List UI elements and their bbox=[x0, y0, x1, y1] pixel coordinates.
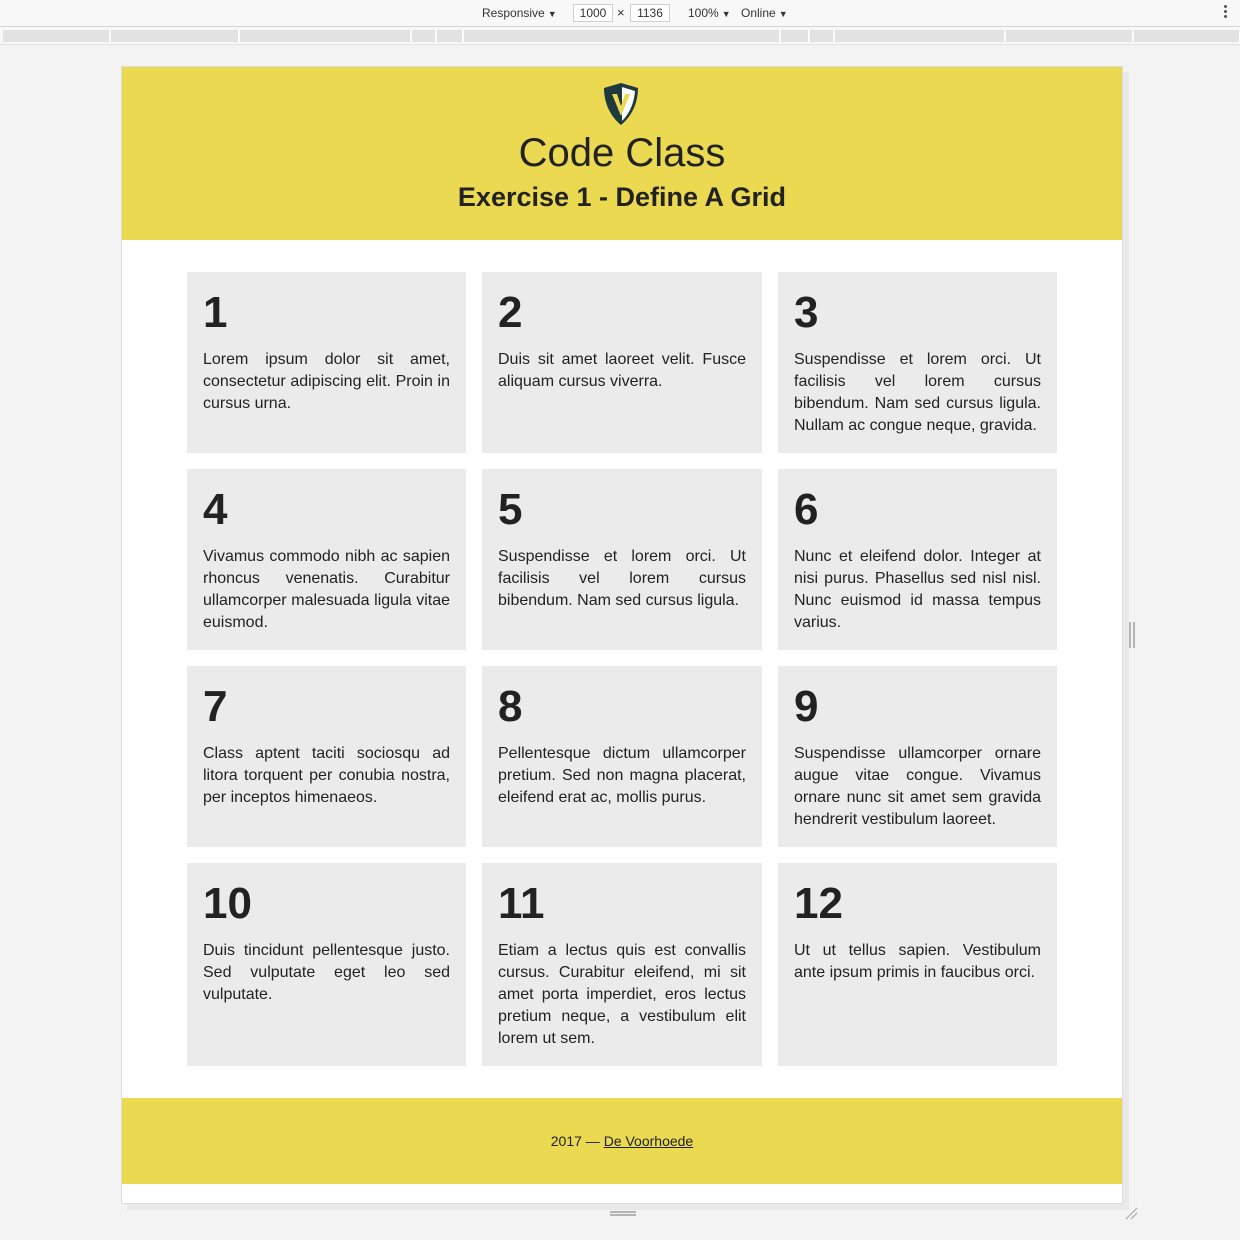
more-options-icon[interactable] bbox=[1224, 5, 1228, 20]
grid-cell-number: 3 bbox=[794, 288, 819, 337]
media-query-segment[interactable] bbox=[781, 30, 809, 42]
media-query-segment[interactable] bbox=[240, 30, 411, 42]
grid-cell-text: Suspendisse ullamcorper ornare augue vit… bbox=[794, 745, 1041, 828]
grid-cell-text: Nunc et eleifend dolor. Integer at nisi … bbox=[794, 548, 1041, 631]
grid-cell-number: 11 bbox=[498, 879, 545, 928]
grid-cell-text: Lorem ipsum dolor sit amet, consectetur … bbox=[203, 351, 450, 412]
grid-cell-6: 6 Nunc et eleifend dolor. Integer at nisi… bbox=[778, 469, 1057, 650]
grid-cell-number: 4 bbox=[203, 485, 228, 534]
close-icon: × bbox=[617, 5, 625, 20]
shield-v-logo-icon bbox=[604, 83, 638, 125]
grid-cell-number: 12 bbox=[794, 879, 843, 928]
emulated-viewport: Code Class Exercise 1 - Define A Grid 1 L… bbox=[121, 66, 1123, 1204]
viewport-width-input[interactable] bbox=[573, 4, 613, 22]
grid-cell-number: 6 bbox=[794, 485, 819, 534]
grid-cell-text: Suspendisse et lorem orci. Ut facilisis … bbox=[794, 351, 1041, 434]
grid-cell-text: Duis tincidunt pellentesque justo. Sed v… bbox=[203, 942, 450, 1003]
grid-cell-5: 5 Suspendisse et lorem orci. Ut facilisis… bbox=[482, 469, 762, 650]
network-throttle-select[interactable]: Online ▼ bbox=[741, 6, 788, 20]
grid-cell-text: Ut ut tellus sapien. Vestibulum ante ips… bbox=[794, 942, 1041, 981]
media-query-segment[interactable] bbox=[412, 30, 436, 42]
media-query-segment[interactable] bbox=[3, 30, 110, 42]
site-footer: 2017 — De Voorhoede bbox=[122, 1098, 1122, 1184]
grid-cell-number: 5 bbox=[498, 485, 523, 534]
network-throttle-label: Online bbox=[741, 6, 776, 20]
device-select[interactable]: Responsive ▼ bbox=[482, 6, 557, 20]
devtools-toolbar: Responsive▼ × 100%▼ Online▼ bbox=[0, 0, 1240, 27]
device-select-label: Responsive bbox=[482, 6, 545, 20]
grid-cell-12: 12 Ut ut tellus sapien. Vestibulum ante i… bbox=[778, 863, 1057, 1066]
zoom-select[interactable]: 100% ▼ bbox=[688, 6, 731, 20]
grid-cell-1: 1 Lorem ipsum dolor sit amet, consectetur… bbox=[187, 272, 466, 453]
exercise-grid: 1 Lorem ipsum dolor sit amet, consectetur… bbox=[187, 272, 1057, 1066]
zoom-select-label: 100% bbox=[688, 6, 719, 20]
grid-cell-9: 9 Suspendisse ullamcorper ornare augue vi… bbox=[778, 666, 1057, 847]
grid-cell-number: 2 bbox=[498, 288, 523, 337]
grid-cell-text: Duis sit amet laoreet velit. Fusce aliqu… bbox=[498, 351, 746, 390]
grid-cell-10: 10 Duis tincidunt pellentesque justo. Sed… bbox=[187, 863, 466, 1066]
grid-cell-8: 8 Pellentesque dictum ullamcorper pretium… bbox=[482, 666, 762, 847]
site-header: Code Class Exercise 1 - Define A Grid bbox=[122, 67, 1122, 240]
grid-cell-4: 4 Vivamus commodo nibh ac sapien rhoncus … bbox=[187, 469, 466, 650]
grid-cell-number: 7 bbox=[203, 682, 228, 731]
chevron-down-icon: ▼ bbox=[721, 9, 731, 19]
chevron-down-icon: ▼ bbox=[547, 9, 557, 19]
page-subtitle: Exercise 1 - Define A Grid bbox=[457, 182, 787, 212]
chevron-down-icon: ▼ bbox=[778, 9, 788, 19]
grid-cell-text: Suspendisse et lorem orci. Ut facilisis … bbox=[498, 548, 746, 609]
grid-cell-number: 8 bbox=[498, 682, 523, 731]
media-query-segment[interactable] bbox=[1134, 30, 1240, 42]
media-query-segment[interactable] bbox=[1006, 30, 1133, 42]
grid-cell-2: 2 Duis sit amet laoreet velit. Fusce aliq… bbox=[482, 272, 762, 453]
media-query-segment[interactable] bbox=[111, 30, 239, 42]
media-query-segment[interactable] bbox=[835, 30, 1005, 42]
viewport-resize-handle-right[interactable] bbox=[1129, 622, 1135, 648]
grid-cell-11: 11 Etiam a lectus quis est convallis curs… bbox=[482, 863, 762, 1066]
grid-cell-7: 7 Class aptent taciti sociosqu ad litora … bbox=[187, 666, 466, 847]
grid-cell-number: 1 bbox=[203, 288, 228, 337]
media-query-segment[interactable] bbox=[437, 30, 463, 42]
media-query-bar bbox=[0, 27, 1240, 45]
viewport-resize-handle-bottom[interactable] bbox=[610, 1211, 636, 1216]
footer-link-de-voorhoede[interactable]: De Voorhoede bbox=[604, 1133, 694, 1149]
media-query-segment[interactable] bbox=[464, 30, 780, 42]
grid-cell-text: Pellentesque dictum ullamcorper pretium.… bbox=[498, 745, 746, 806]
grid-cell-text: Class aptent taciti sociosqu ad litora t… bbox=[203, 745, 450, 806]
page-title: Code Class bbox=[518, 131, 726, 175]
grid-cell-text: Etiam a lectus quis est convallis cursus… bbox=[498, 942, 746, 1047]
footer-year: 2017 — bbox=[550, 1133, 600, 1149]
viewport-height-input[interactable] bbox=[630, 4, 670, 22]
media-query-segment[interactable] bbox=[810, 30, 834, 42]
grid-cell-3: 3 Suspendisse et lorem orci. Ut facilisis… bbox=[778, 272, 1057, 453]
grid-cell-number: 10 bbox=[203, 879, 252, 928]
resize-corner-icon[interactable] bbox=[1124, 1206, 1138, 1220]
grid-cell-number: 9 bbox=[794, 682, 819, 731]
grid-cell-text: Vivamus commodo nibh ac sapien rhoncus v… bbox=[203, 548, 450, 631]
